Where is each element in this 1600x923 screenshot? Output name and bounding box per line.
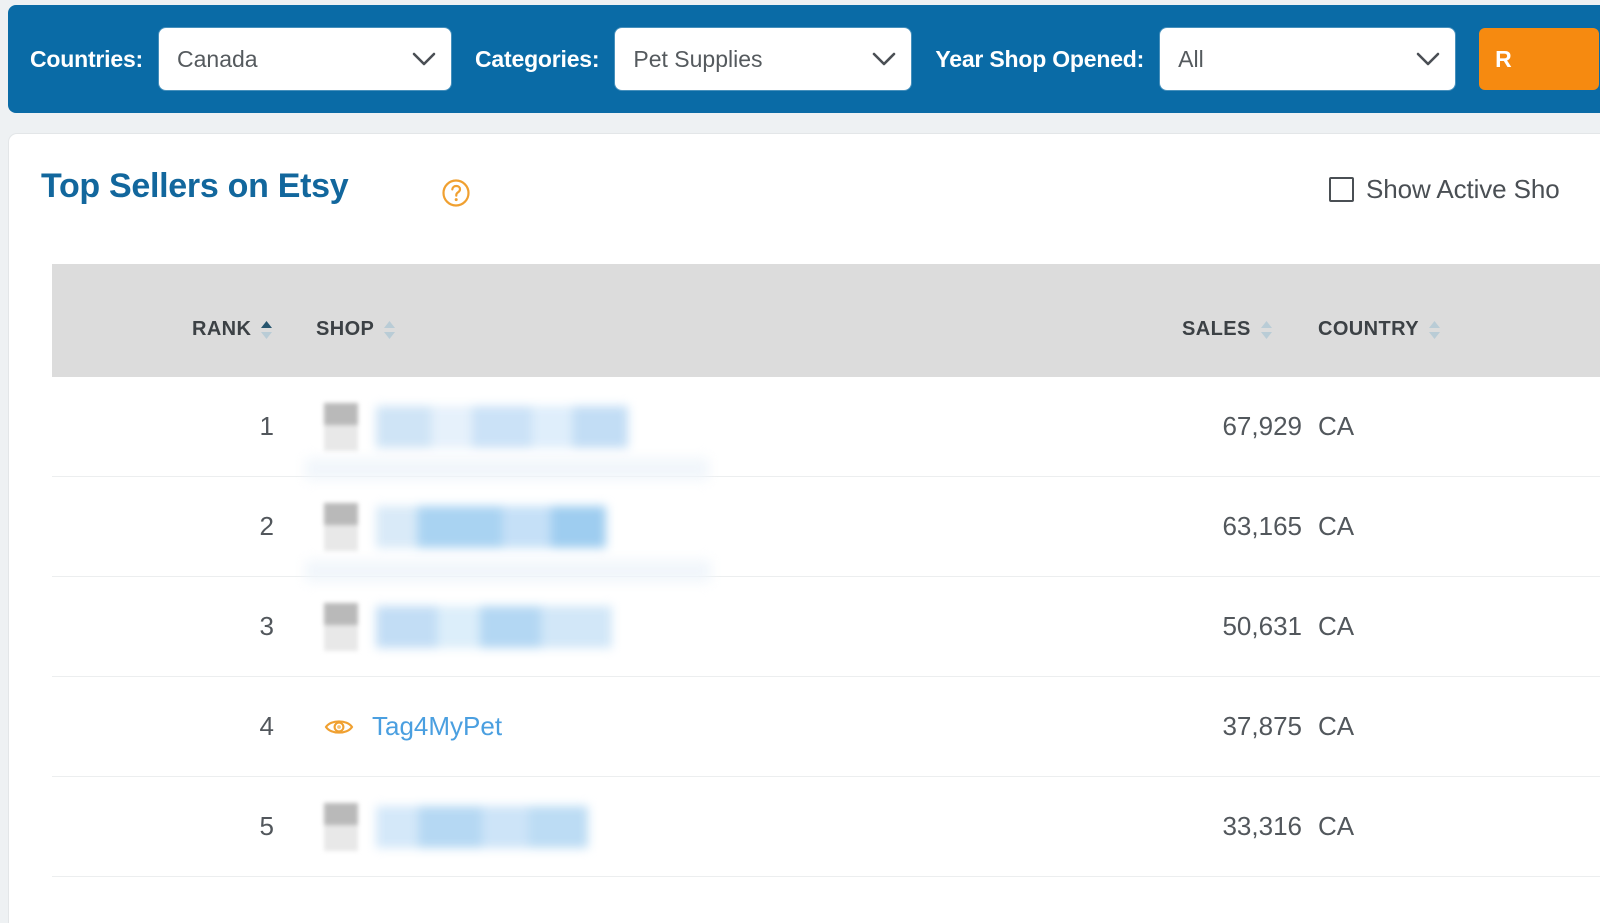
page-title: Top Sellers on Etsy (41, 167, 348, 206)
card-header: Top Sellers on Etsy Show Active Sho (9, 134, 1600, 259)
cell-shop[interactable]: Tag4MyPet (324, 677, 502, 776)
cell-shop[interactable] (324, 377, 628, 476)
eye-icon (324, 603, 358, 651)
show-active-shops-checkbox[interactable] (1329, 177, 1354, 202)
table-row[interactable]: 1 67,929 CA (52, 377, 1600, 477)
cell-country: CA (1318, 477, 1354, 576)
shop-name-redacted (376, 406, 628, 448)
categories-select[interactable]: Pet Supplies (615, 28, 911, 90)
question-circle-icon[interactable] (441, 178, 471, 208)
cell-shop[interactable] (324, 477, 606, 576)
eye-icon[interactable] (324, 716, 354, 738)
cell-country: CA (1318, 577, 1354, 676)
cell-country: CA (1318, 377, 1354, 476)
column-header-rank[interactable]: RANK (192, 318, 273, 341)
categories-filter-label: Categories: (475, 46, 599, 73)
year-shop-opened-filter-label: Year Shop Opened: (935, 46, 1144, 73)
cell-sales: 67,929 (1112, 377, 1302, 476)
content-card: Top Sellers on Etsy Show Active Sho RANK (8, 133, 1600, 923)
cell-shop[interactable] (324, 777, 588, 876)
redacted-shop (324, 803, 588, 851)
column-header-shop[interactable]: SHOP (316, 318, 396, 341)
categories-select-value: Pet Supplies (633, 46, 871, 73)
show-active-shops-checkbox-wrapper[interactable]: Show Active Sho (1329, 174, 1560, 205)
column-header-country[interactable]: COUNTRY (1318, 318, 1441, 341)
cell-rank: 5 (162, 777, 274, 876)
eye-icon (324, 803, 358, 851)
filter-bar: Countries: Canada Categories: Pet Suppli… (8, 5, 1600, 113)
sort-arrows-icon-sales (1260, 320, 1273, 340)
cell-rank: 1 (162, 377, 274, 476)
eye-icon (324, 403, 358, 451)
year-shop-opened-select-value: All (1178, 46, 1415, 73)
redacted-shop (324, 403, 628, 451)
table-row[interactable]: 3 50,631 CA (52, 577, 1600, 677)
column-header-sales[interactable]: SALES (1182, 318, 1273, 341)
refresh-button[interactable]: R (1479, 28, 1599, 90)
table-header-row: RANK SHOP SALES (52, 264, 1600, 377)
chevron-down-icon (411, 51, 437, 67)
cell-country: CA (1318, 677, 1354, 776)
sort-arrows-icon-shop (383, 320, 396, 340)
table-row[interactable]: 4 Tag4MyPet 37,875 CA (52, 677, 1600, 777)
year-shop-opened-select[interactable]: All (1160, 28, 1455, 90)
redacted-shop (324, 503, 606, 551)
table-row[interactable]: 2 63,165 CA (52, 477, 1600, 577)
chevron-down-icon (871, 51, 897, 67)
cell-sales: 33,316 (1112, 777, 1302, 876)
cell-country: CA (1318, 777, 1354, 876)
shop-name-redacted (376, 606, 612, 648)
sort-arrows-icon-rank (260, 320, 273, 340)
cell-sales: 50,631 (1112, 577, 1302, 676)
cell-rank: 3 (162, 577, 274, 676)
cell-shop[interactable] (324, 577, 612, 676)
countries-select[interactable]: Canada (159, 28, 451, 90)
cell-sales: 63,165 (1112, 477, 1302, 576)
cell-rank: 4 (162, 677, 274, 776)
redacted-shop (324, 603, 612, 651)
column-header-country-label: COUNTRY (1318, 318, 1419, 341)
eye-icon (324, 503, 358, 551)
shop-link[interactable]: Tag4MyPet (372, 711, 502, 742)
column-header-rank-label: RANK (192, 318, 251, 341)
shop-name-redacted (376, 506, 606, 548)
cell-sales: 37,875 (1112, 677, 1302, 776)
top-sellers-table: RANK SHOP SALES (52, 264, 1600, 877)
countries-filter-label: Countries: (30, 46, 143, 73)
table-row[interactable]: 5 33,316 CA (52, 777, 1600, 877)
shop-name-redacted (376, 806, 588, 848)
chevron-down-icon (1415, 51, 1441, 67)
show-active-shops-label: Show Active Sho (1366, 174, 1560, 205)
column-header-sales-label: SALES (1182, 318, 1251, 341)
column-header-shop-label: SHOP (316, 318, 374, 341)
countries-select-value: Canada (177, 46, 411, 73)
cell-rank: 2 (162, 477, 274, 576)
sort-arrows-icon-country (1428, 320, 1441, 340)
